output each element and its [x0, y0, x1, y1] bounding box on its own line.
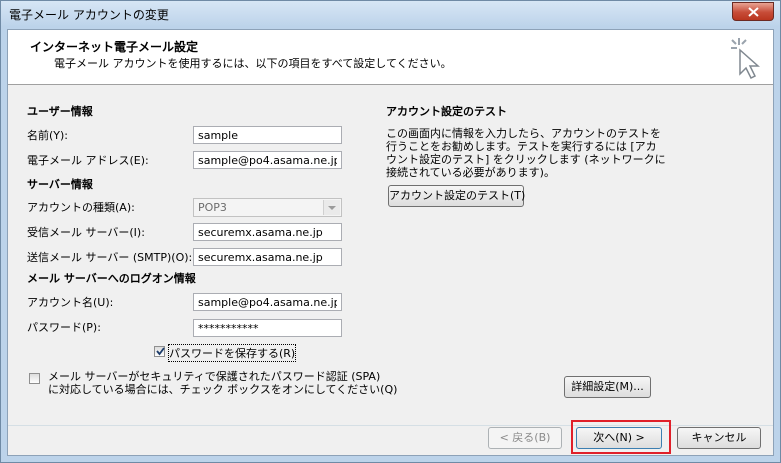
header-panel: インターネット電子メール設定 電子メール アカウントを使用するには、以下の項目を…: [8, 30, 773, 85]
email-label: 電子メール アドレス(E):: [27, 154, 149, 167]
cursor-click-icon: [731, 38, 760, 80]
password-label: パスワード(P):: [27, 321, 101, 334]
email-input[interactable]: [193, 151, 342, 169]
name-input[interactable]: [193, 126, 342, 144]
save-password-label[interactable]: パスワードを保存する(R): [167, 344, 297, 362]
close-icon: [748, 7, 759, 17]
chevron-down-icon: [323, 200, 340, 215]
window-title: 電子メール アカウントの変更: [9, 8, 169, 22]
cancel-button[interactable]: キャンセル: [677, 427, 761, 449]
password-input[interactable]: [193, 319, 342, 337]
page-title: インターネット電子メール設定: [30, 40, 199, 54]
spa-checkbox[interactable]: [29, 373, 40, 384]
back-button[interactable]: < 戻る(B): [488, 427, 562, 449]
spa-label[interactable]: メール サーバーがセキュリティで保護されたパスワード認証 (SPA) に対応して…: [48, 370, 397, 396]
server-info-heading: サーバー情報: [27, 178, 93, 191]
outgoing-server-input[interactable]: [193, 248, 342, 266]
spa-label-line1: メール サーバーがセキュリティで保護されたパスワード認証 (SPA): [48, 370, 381, 383]
account-type-label: アカウントの種類(A):: [27, 201, 135, 214]
logon-info-heading: メール サーバーへのログオン情報: [27, 272, 196, 285]
account-type-value: POP3: [198, 201, 227, 214]
more-settings-button[interactable]: 詳細設定(M)...: [564, 376, 651, 398]
test-account-button[interactable]: アカウント設定のテスト(T): [388, 185, 525, 207]
user-info-heading: ユーザー情報: [27, 105, 93, 118]
spa-label-line2: に対応している場合には、チェック ボックスをオンにしてください(Q): [48, 383, 398, 396]
incoming-server-input[interactable]: [193, 223, 342, 241]
checkmark-icon: [156, 347, 165, 356]
dialog-body: インターネット電子メール設定 電子メール アカウントを使用するには、以下の項目を…: [7, 29, 774, 456]
outgoing-server-label: 送信メール サーバー (SMTP)(O):: [27, 251, 193, 264]
account-name-label: アカウント名(U):: [27, 296, 114, 309]
close-button[interactable]: [732, 2, 774, 21]
test-heading: アカウント設定のテスト: [386, 105, 507, 118]
dialog-window: 電子メール アカウントの変更 インターネット電子メール設定 電子メール アカウン…: [0, 0, 781, 463]
incoming-server-label: 受信メール サーバー(I):: [27, 226, 145, 239]
test-description: この画面内に情報を入力したら、アカウントのテストを行うことをお勧めします。テスト…: [386, 127, 666, 179]
name-label: 名前(Y):: [27, 129, 69, 142]
page-subtitle: 電子メール アカウントを使用するには、以下の項目をすべて設定してください。: [54, 57, 452, 70]
account-name-input[interactable]: [193, 293, 342, 311]
title-bar[interactable]: 電子メール アカウントの変更: [1, 1, 780, 27]
save-password-checkbox[interactable]: [154, 346, 165, 357]
account-type-select: POP3: [193, 198, 342, 217]
next-button[interactable]: 次へ(N) >: [576, 427, 662, 449]
